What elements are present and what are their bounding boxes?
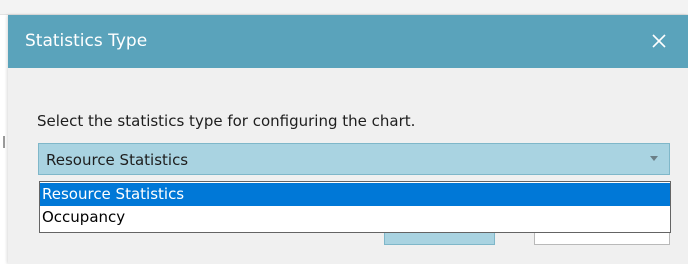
instruction-text: Select the statistics type for configuri… — [37, 112, 416, 130]
dialog-title: Statistics Type — [25, 31, 148, 51]
select-value: Resource Statistics — [46, 151, 189, 169]
dialog-titlebar: Statistics Type — [8, 15, 688, 68]
close-button[interactable] — [638, 19, 680, 63]
statistics-type-dropdown-list: Resource Statistics Occupancy — [39, 181, 671, 233]
statistics-type-dialog: Statistics Type Select the statistics ty… — [8, 15, 688, 264]
chevron-down-icon — [650, 156, 658, 161]
option-occupancy[interactable]: Occupancy — [40, 206, 670, 229]
background-window-mark — [3, 136, 5, 148]
close-icon — [652, 34, 666, 48]
background-window-edge — [0, 0, 688, 15]
option-resource-statistics[interactable]: Resource Statistics — [40, 183, 670, 206]
statistics-type-select[interactable]: Resource Statistics — [38, 143, 670, 175]
screen: Statistics Type Select the statistics ty… — [0, 0, 688, 264]
